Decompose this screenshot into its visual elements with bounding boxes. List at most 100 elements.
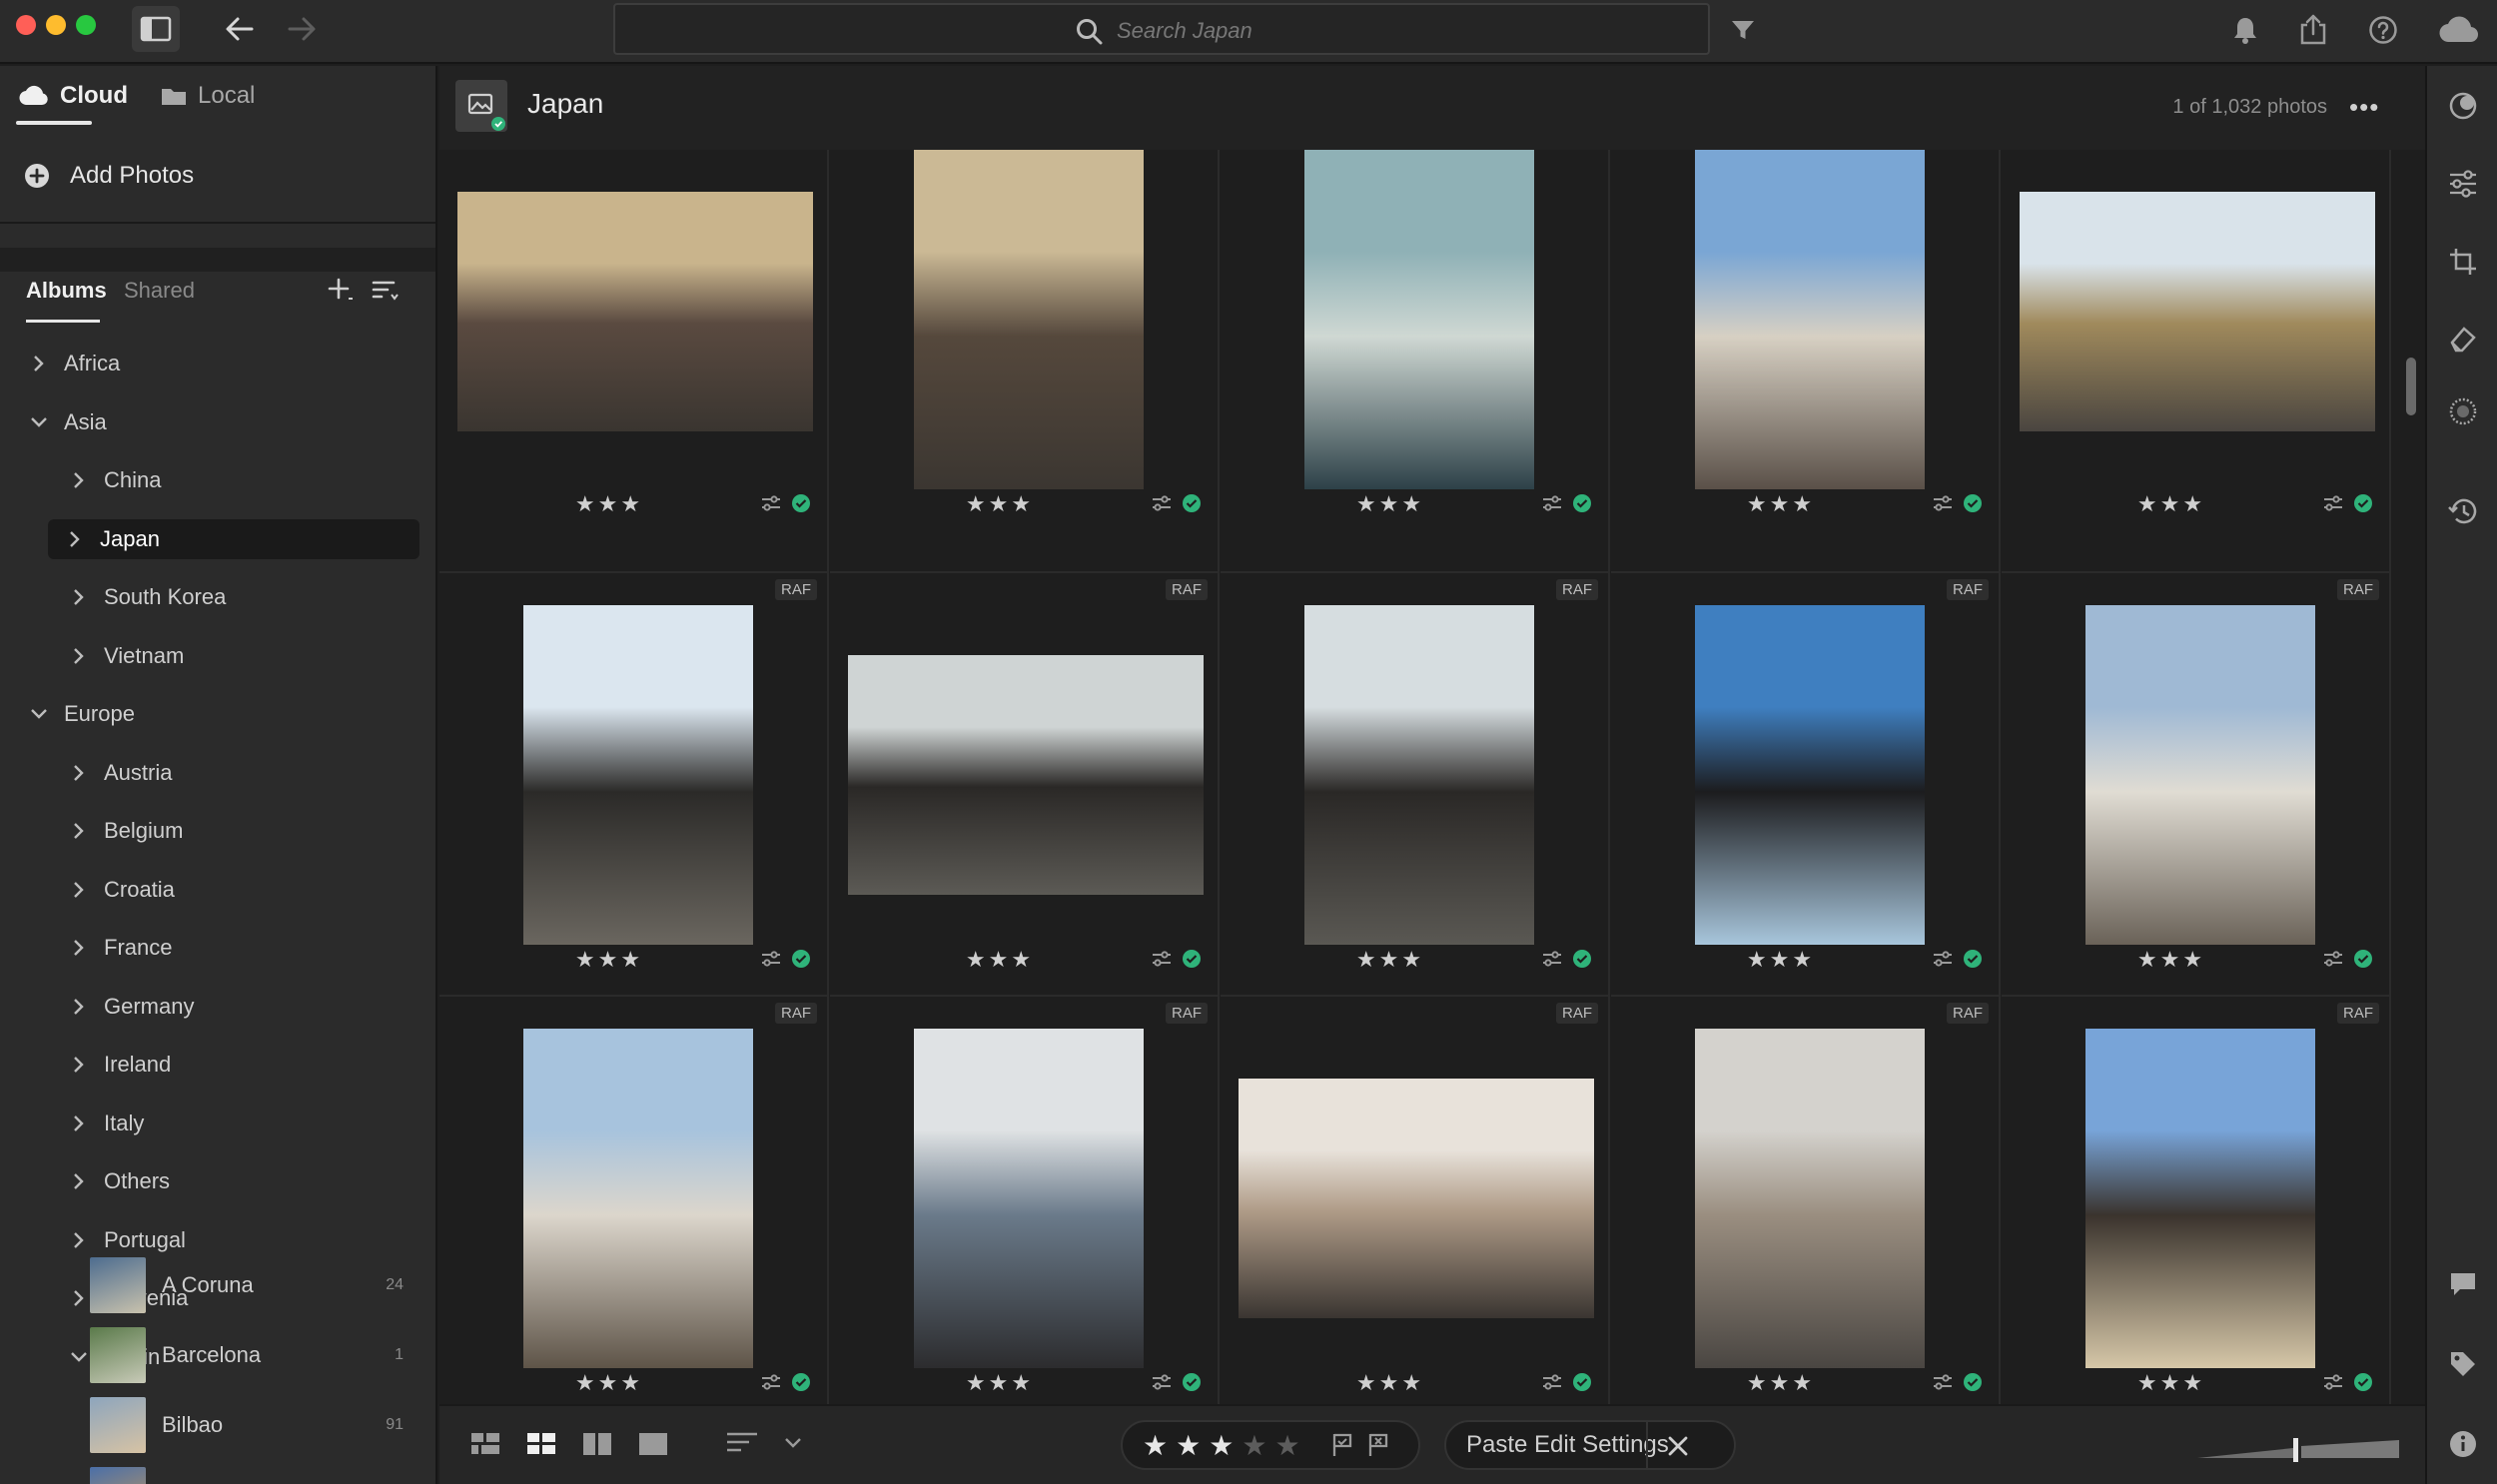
- sidebar-item-europe[interactable]: Europe: [0, 694, 435, 734]
- photo-cell[interactable]: RAF ★★★: [1611, 573, 2001, 997]
- star-rating[interactable]: ★★★: [1197, 947, 1584, 973]
- star-rating[interactable]: ★★★: [439, 491, 803, 517]
- photo-thumbnail[interactable]: [914, 1029, 1144, 1368]
- chevron-down-icon[interactable]: [28, 703, 50, 725]
- photo-cell[interactable]: RAF ★★★: [2002, 997, 2391, 1404]
- star-rating[interactable]: ★★★: [1587, 491, 1975, 517]
- scrollbar-thumb[interactable]: [2406, 358, 2416, 415]
- forward-arrow-icon[interactable]: [282, 12, 322, 46]
- chevron-right-icon[interactable]: [68, 469, 90, 491]
- tab-cloud[interactable]: Cloud: [18, 82, 128, 110]
- rating-star[interactable]: ★: [1242, 1429, 1266, 1462]
- photo-cell[interactable]: RAF ★★★: [439, 573, 829, 997]
- photo-cell[interactable]: RAF ★★★: [1221, 573, 1610, 997]
- photo-thumbnail[interactable]: [523, 605, 753, 945]
- masking-icon[interactable]: [2447, 395, 2479, 427]
- create-album-icon[interactable]: [326, 276, 356, 306]
- photo-cell[interactable]: ★★★: [1611, 150, 2001, 573]
- photo-cell[interactable]: RAF ★★★: [830, 997, 1220, 1404]
- more-options-icon[interactable]: •••: [2349, 92, 2389, 122]
- chevron-right-icon[interactable]: [68, 1170, 90, 1192]
- versions-history-icon[interactable]: [2447, 495, 2479, 527]
- healing-eraser-icon[interactable]: [2447, 322, 2479, 354]
- sort-icon[interactable]: [725, 1430, 761, 1463]
- compare-view-icon[interactable]: [581, 1430, 613, 1463]
- crop-icon[interactable]: [2447, 246, 2479, 278]
- sidebar-item-asia[interactable]: Asia: [0, 402, 435, 442]
- photo-cell[interactable]: ★★★: [830, 150, 1220, 573]
- star-rating[interactable]: ★★★: [1587, 1370, 1975, 1396]
- tab-local[interactable]: Local: [160, 82, 255, 110]
- photo-cell[interactable]: RAF ★★★: [439, 997, 829, 1404]
- photo-thumbnail[interactable]: [1695, 1029, 1925, 1368]
- sidebar-item-vietnam[interactable]: Vietnam: [0, 636, 435, 676]
- sidebar-item-south-korea[interactable]: South Korea: [0, 577, 435, 617]
- chevron-right-icon[interactable]: [68, 820, 90, 842]
- rating-star[interactable]: ★: [1274, 1429, 1299, 1462]
- star-rating[interactable]: ★★★: [1587, 947, 1975, 973]
- photo-thumbnail[interactable]: [914, 150, 1144, 489]
- chevron-right-icon[interactable]: [68, 762, 90, 784]
- detail-view-icon[interactable]: [637, 1430, 669, 1463]
- sort-albums-icon[interactable]: [370, 276, 400, 306]
- sidebar-item-austria[interactable]: Austria: [0, 753, 435, 793]
- sidebar-item-japan[interactable]: Japan: [48, 518, 419, 559]
- info-icon[interactable]: [2447, 1428, 2479, 1460]
- presets-icon[interactable]: [2447, 90, 2479, 122]
- cloud-icon[interactable]: [2435, 12, 2483, 48]
- star-rating[interactable]: ★★★: [806, 947, 1194, 973]
- photo-cell[interactable]: RAF ★★★: [1221, 997, 1610, 1404]
- chevron-right-icon[interactable]: [68, 1054, 90, 1076]
- sidebar-item-croatia[interactable]: Croatia: [0, 870, 435, 910]
- photo-cell[interactable]: ★★★: [2002, 150, 2391, 573]
- star-rating[interactable]: ★★★: [806, 1370, 1194, 1396]
- chevron-down-icon[interactable]: [28, 411, 50, 433]
- chevron-right-icon[interactable]: [68, 586, 90, 608]
- rating-star[interactable]: ★: [1209, 1429, 1234, 1462]
- help-icon[interactable]: [2365, 12, 2401, 48]
- sidebar-item-italy[interactable]: Italy: [0, 1104, 435, 1143]
- tab-albums[interactable]: Albums: [26, 278, 107, 304]
- photo-thumbnail[interactable]: [1695, 150, 1925, 489]
- photo-cell[interactable]: RAF ★★★: [2002, 573, 2391, 997]
- chevron-right-icon[interactable]: [68, 996, 90, 1018]
- photo-cell[interactable]: RAF ★★★: [1611, 997, 2001, 1404]
- chevron-right-icon[interactable]: [68, 645, 90, 667]
- chevron-right-icon[interactable]: [68, 1229, 90, 1251]
- photo-thumbnail[interactable]: [848, 655, 1204, 895]
- album-item-a-coruna[interactable]: A Coruna 24: [0, 1254, 435, 1316]
- album-item-barcelona[interactable]: Barcelona 1: [0, 1324, 435, 1386]
- star-rating[interactable]: ★★★: [439, 1370, 803, 1396]
- photo-cell[interactable]: ★★★: [1221, 150, 1610, 573]
- grid-scrollbar[interactable]: [2399, 150, 2423, 1404]
- close-window-button[interactable]: [16, 15, 36, 35]
- minimize-window-button[interactable]: [46, 15, 66, 35]
- rating-stars[interactable]: ★ ★ ★ ★ ★: [1143, 1429, 1300, 1462]
- filter-icon[interactable]: [1726, 14, 1760, 46]
- share-icon[interactable]: [2295, 10, 2331, 48]
- reject-flag-icon[interactable]: [1366, 1432, 1390, 1458]
- sidebar-item-belgium[interactable]: Belgium: [0, 811, 435, 851]
- photo-thumbnail[interactable]: [1304, 150, 1534, 489]
- photo-cell[interactable]: RAF ★★★: [830, 573, 1220, 997]
- photo-grid-view-icon[interactable]: [525, 1430, 557, 1463]
- photo-thumbnail[interactable]: [457, 192, 813, 431]
- photo-thumbnail[interactable]: [2020, 192, 2375, 431]
- star-rating[interactable]: ★★★: [1197, 1370, 1584, 1396]
- album-item-cadiz[interactable]: Cadiz33: [0, 1464, 435, 1484]
- sidebar-item-china[interactable]: China: [0, 460, 435, 500]
- star-rating[interactable]: ★★★: [1978, 491, 2365, 517]
- album-item-bilbao[interactable]: Bilbao 91: [0, 1394, 435, 1456]
- pick-flag-icon[interactable]: [1330, 1432, 1354, 1458]
- sidebar-item-germany[interactable]: Germany: [0, 987, 435, 1027]
- zoom-window-button[interactable]: [76, 15, 96, 35]
- back-arrow-icon[interactable]: [220, 12, 260, 46]
- sidebar-toggle-icon[interactable]: [132, 6, 180, 52]
- search-box[interactable]: Search Japan: [613, 3, 1710, 55]
- star-rating[interactable]: ★★★: [1197, 491, 1584, 517]
- search-input[interactable]: Search Japan: [1117, 18, 1252, 44]
- sidebar-item-others[interactable]: Others: [0, 1161, 435, 1201]
- photo-thumbnail[interactable]: [1239, 1079, 1594, 1318]
- photo-thumbnail[interactable]: [2085, 1029, 2315, 1368]
- add-photos-button[interactable]: Add Photos: [24, 162, 194, 190]
